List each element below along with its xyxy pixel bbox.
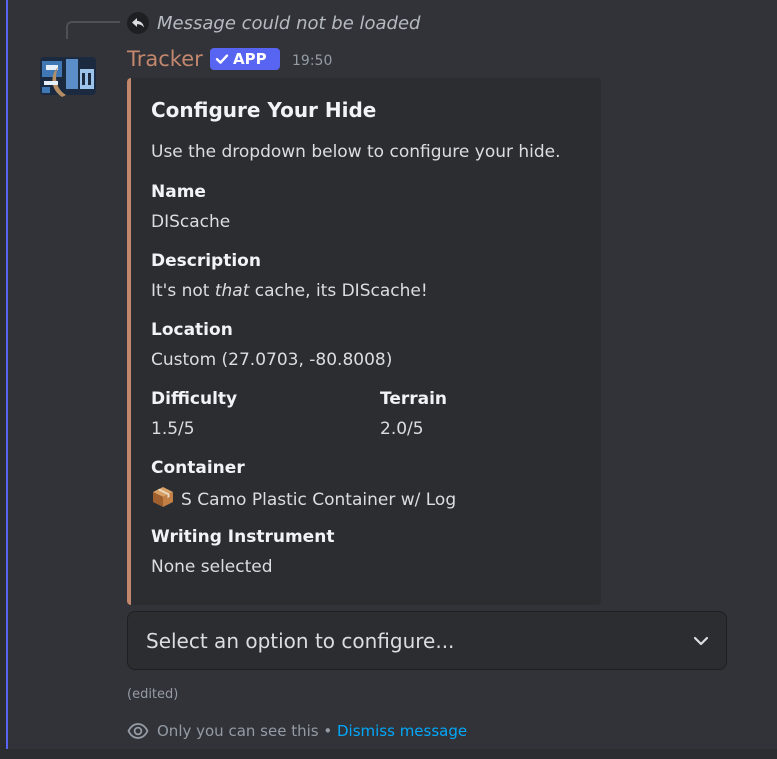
- timestamp[interactable]: 19:50: [292, 51, 332, 71]
- field-writing-instrument-value: None selected: [151, 557, 273, 577]
- app-badge-label: APP: [233, 50, 267, 68]
- container-value-text: S Camo Plastic Container w/ Log: [181, 490, 457, 510]
- app-badge: APP: [210, 48, 280, 70]
- package-icon: [151, 486, 175, 515]
- author-name[interactable]: Tracker: [127, 45, 203, 73]
- field-container-label: Container: [151, 458, 245, 478]
- reply-arrow-icon[interactable]: [127, 12, 149, 34]
- embed-title: Configure Your Hide: [151, 98, 377, 122]
- select-placeholder: Select an option to configure...: [146, 629, 455, 653]
- embed-card: Configure Your Hide Use the dropdown bel…: [127, 78, 601, 605]
- eye-icon: [127, 723, 149, 739]
- reply-preview-text[interactable]: Message could not be loaded: [157, 12, 420, 36]
- field-description-value: It's not that cache, its DIScache!: [151, 281, 428, 301]
- reply-spine: [66, 21, 120, 39]
- configure-select-menu[interactable]: Select an option to configure...: [127, 611, 727, 670]
- message-highlight-bar: [0, 0, 8, 759]
- field-name-value: DIScache: [151, 212, 231, 232]
- field-difficulty-value: 1.5/5: [151, 419, 195, 439]
- field-terrain-label: Terrain: [380, 389, 448, 409]
- dismiss-message-link[interactable]: Dismiss message: [337, 722, 467, 740]
- field-location-label: Location: [151, 320, 233, 340]
- field-name-label: Name: [151, 182, 206, 202]
- field-terrain-value: 2.0/5: [380, 419, 424, 439]
- field-writing-instrument-label: Writing Instrument: [151, 527, 335, 547]
- checkmark-icon: [215, 54, 229, 64]
- emphasis-text: that: [214, 281, 250, 301]
- embed-description: Use the dropdown below to configure your…: [151, 142, 561, 162]
- field-description-label: Description: [151, 251, 261, 271]
- ephemeral-text: Only you can see this: [157, 722, 319, 740]
- field-location-value: Custom (27.0703, -80.8008): [151, 350, 393, 370]
- bottom-divider: [0, 749, 777, 759]
- chevron-down-icon: [693, 636, 709, 646]
- ephemeral-separator: •: [318, 722, 337, 740]
- avatar[interactable]: [36, 47, 100, 103]
- field-container-value: S Camo Plastic Container w/ Log: [151, 486, 456, 515]
- ephemeral-notice: Only you can see this • Dismiss message: [127, 720, 467, 742]
- field-difficulty-label: Difficulty: [151, 389, 238, 409]
- edited-label: (edited): [127, 687, 179, 702]
